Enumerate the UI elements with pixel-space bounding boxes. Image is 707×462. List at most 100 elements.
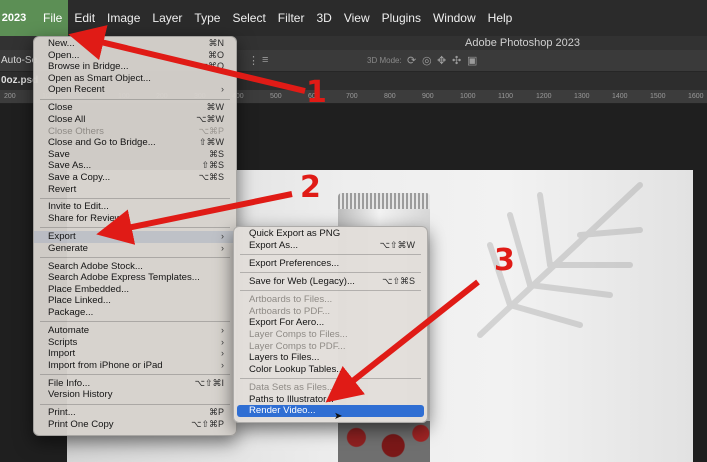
- 3d-roll-icon[interactable]: ◎: [422, 54, 432, 67]
- 3d-mode-label: 3D Mode:: [367, 56, 402, 65]
- submenu-chevron-icon: ›: [221, 359, 224, 370]
- menubar-item-select[interactable]: Select: [226, 0, 271, 36]
- menubar-item-view[interactable]: View: [338, 0, 376, 36]
- file-menu-item-new[interactable]: New... ⌘N: [34, 38, 236, 50]
- 3d-scale-icon[interactable]: ▣: [467, 54, 477, 67]
- submenu-chevron-icon: ›: [221, 84, 224, 95]
- app-menu[interactable]: p 2023: [0, 0, 37, 36]
- file-menu-item-invite-to-edit[interactable]: Invite to Edit...: [34, 201, 236, 213]
- file-menu-item-save-a-copy[interactable]: Save a Copy... ⌥⌘S: [34, 172, 236, 184]
- file-menu-item-import-from-iphone-or-ipad[interactable]: Import from iPhone or iPad ›: [34, 360, 236, 372]
- align-icon[interactable]: ⋮: [248, 54, 259, 67]
- auto-select-checkbox[interactable]: Auto-Se: [1, 55, 37, 66]
- file-menu-item-open-as-smart-object[interactable]: Open as Smart Object...: [34, 73, 236, 85]
- export-menu-item-layer-comps-to-pdf: Layer Comps to PDF...: [234, 341, 427, 353]
- shortcut-label: ⌥⌘O: [197, 61, 224, 72]
- file-menu-item-search-adobe-express-templates[interactable]: Search Adobe Express Templates...: [34, 272, 236, 284]
- export-menu-item-quick-export-as-png[interactable]: Quick Export as PNG: [234, 228, 427, 240]
- file-menu-item-scripts[interactable]: Scripts ›: [34, 337, 236, 349]
- menu-item-label: Search Adobe Express Templates...: [48, 272, 200, 284]
- file-menu-item-save-as[interactable]: Save As... ⇧⌘S: [34, 160, 236, 172]
- menu-item-label: Print One Copy: [48, 418, 114, 430]
- menu-separator: [240, 272, 421, 274]
- menu-separator: [40, 321, 230, 323]
- menu-separator: [40, 256, 230, 258]
- 3d-pan-icon[interactable]: ✥: [437, 54, 446, 67]
- file-menu-item-package[interactable]: Package...: [34, 307, 236, 319]
- shortcut-label: ⌘W: [206, 102, 225, 113]
- file-menu-item-import[interactable]: Import ›: [34, 348, 236, 360]
- menu-item-label: Scripts: [48, 336, 78, 348]
- menubar-item-file[interactable]: File: [37, 0, 69, 36]
- file-menu-item-save[interactable]: Save ⌘S: [34, 149, 236, 161]
- file-menu-item-print-one-copy[interactable]: Print One Copy ⌥⇧⌘P: [34, 419, 236, 431]
- file-menu-item-revert[interactable]: Revert: [34, 184, 236, 196]
- distribute-icon[interactable]: ≡: [262, 54, 268, 66]
- file-menu-item-print[interactable]: Print... ⌘P: [34, 407, 236, 419]
- shortcut-label: ⌥⇧⌘W: [379, 239, 415, 250]
- file-menu-item-close-others: Close Others ⌥⌘P: [34, 126, 236, 138]
- menubar-item-image[interactable]: Image: [101, 0, 146, 36]
- menu-item-label: Save As...: [48, 160, 92, 172]
- shortcut-label: ⌥⌘W: [196, 113, 224, 124]
- file-menu-item-generate[interactable]: Generate ›: [34, 243, 236, 255]
- menubar-item-type[interactable]: Type: [188, 0, 226, 36]
- menubar-item-3d[interactable]: 3D: [310, 0, 337, 36]
- file-menu-item-place-linked[interactable]: Place Linked...: [34, 295, 236, 307]
- file-menu-item-open-recent[interactable]: Open Recent ›: [34, 84, 236, 96]
- ruler-tick: 500: [270, 93, 282, 100]
- export-menu-item-artboards-to-files: Artboards to Files...: [234, 294, 427, 306]
- menu-item-label: Paths to Illustrator...: [249, 393, 334, 405]
- 3d-slide-icon[interactable]: ✣: [452, 54, 461, 67]
- menubar-item-edit[interactable]: Edit: [68, 0, 101, 36]
- file-menu-item-open[interactable]: Open... ⌘O: [34, 50, 236, 62]
- file-menu-item-automate[interactable]: Automate ›: [34, 325, 236, 337]
- tumbler-lid: [338, 193, 430, 209]
- menubar-item-window[interactable]: Window: [427, 0, 482, 36]
- file-menu-item-browse-in-bridge[interactable]: Browse in Bridge... ⌥⌘O: [34, 61, 236, 73]
- menu-item-label: Close All: [48, 113, 86, 125]
- menubar-item-filter[interactable]: Filter: [272, 0, 311, 36]
- file-menu-item-place-embedded[interactable]: Place Embedded...: [34, 284, 236, 296]
- menu-item-label: Export As...: [249, 239, 299, 251]
- menu-item-label: Generate: [48, 242, 89, 254]
- export-menu-item-layers-to-files[interactable]: Layers to Files...: [234, 352, 427, 364]
- menu-item-label: Open as Smart Object...: [48, 72, 151, 84]
- export-menu-item-export-for-aero[interactable]: Export For Aero...: [234, 317, 427, 329]
- menubar-item-layer[interactable]: Layer: [146, 0, 188, 36]
- menu-separator: [40, 403, 230, 405]
- file-menu-item-export[interactable]: Export ›: [34, 231, 236, 243]
- file-menu-item-share-for-review[interactable]: Share for Review...: [34, 213, 236, 225]
- menu-separator: [40, 374, 230, 375]
- submenu-chevron-icon: ›: [221, 324, 224, 335]
- file-menu-item-close-and-go-to-bridge[interactable]: Close and Go to Bridge... ⇧⌘W: [34, 137, 236, 149]
- file-menu-item-file-info[interactable]: File Info... ⌥⇧⌘I: [34, 378, 236, 390]
- menu-item-label: Color Lookup Tables...: [249, 364, 345, 375]
- menu-separator: [40, 227, 230, 229]
- shortcut-label: ⇧⌘W: [198, 137, 224, 148]
- ruler-tick: 700: [346, 93, 358, 100]
- file-menu-item-close[interactable]: Close ⌘W: [34, 102, 236, 114]
- export-menu-item-export-as[interactable]: Export As... ⌥⇧⌘W: [234, 240, 427, 252]
- menu-item-label: Quick Export as PNG: [249, 228, 341, 239]
- menubar-item-help[interactable]: Help: [482, 0, 519, 36]
- export-menu-item-render-video[interactable]: Render Video...: [237, 405, 424, 418]
- export-menu-item-color-lookup-tables[interactable]: Color Lookup Tables...: [234, 364, 427, 376]
- 3d-rotate-icon[interactable]: ⟳: [407, 54, 416, 67]
- menu-item-label: Place Embedded...: [48, 283, 130, 295]
- ruler-tick: 1400: [612, 93, 628, 100]
- export-menu-item-paths-to-illustrator[interactable]: Paths to Illustrator...: [234, 394, 427, 406]
- file-menu-item-version-history[interactable]: Version History: [34, 389, 236, 401]
- export-menu-item-save-for-web-legacy[interactable]: Save for Web (Legacy)... ⌥⇧⌘S: [234, 276, 427, 288]
- menu-item-label: Share for Review...: [48, 213, 130, 225]
- ruler-tick: 1300: [574, 93, 590, 100]
- menu-item-label: Save: [48, 148, 70, 160]
- menu-item-label: Automate: [48, 324, 90, 336]
- step-number-1: 1: [306, 75, 327, 110]
- step-number-2: 2: [300, 170, 321, 205]
- menubar-item-plugins[interactable]: Plugins: [376, 0, 427, 36]
- export-menu-item-export-preferences[interactable]: Export Preferences...: [234, 258, 427, 270]
- menu-item-label: Layer Comps to Files...: [249, 328, 348, 340]
- file-menu-item-search-adobe-stock[interactable]: Search Adobe Stock...: [34, 261, 236, 273]
- file-menu-item-close-all[interactable]: Close All ⌥⌘W: [34, 114, 236, 126]
